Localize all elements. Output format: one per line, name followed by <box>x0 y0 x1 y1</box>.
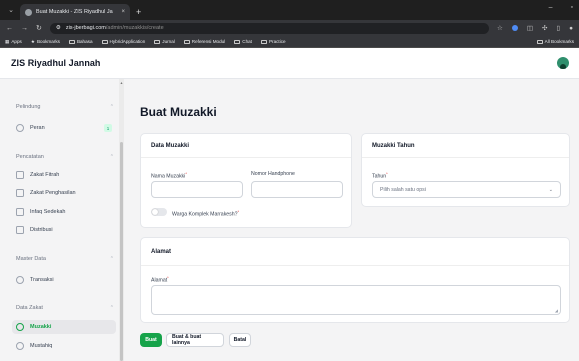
alamat-card: Alamat Alamat* ◢ <box>140 237 570 323</box>
browser-tab[interactable]: Buat Muzakki - ZIS Riyadhul Ja × <box>20 4 130 20</box>
user-avatar[interactable] <box>557 57 569 69</box>
nomor-handphone-input[interactable] <box>251 181 343 198</box>
bookmark-star-icon[interactable]: ☆ <box>497 24 503 32</box>
nama-muzakki-input[interactable] <box>151 181 243 198</box>
cancel-button[interactable]: Batal <box>229 333 251 347</box>
muzakki-tahun-card: Muzakki Tahun Tahun* Pilih salah satu op… <box>361 133 570 207</box>
bookmark-hybrid[interactable]: HybridApplication <box>101 39 145 44</box>
folder-icon <box>260 39 267 44</box>
bookmark-practice[interactable]: Practice <box>260 39 286 44</box>
browser-tab-bar: ⌄ Buat Muzakki - ZIS Riyadhul Ja × + – ▫ <box>0 0 579 20</box>
bookmark-referensi[interactable]: Referensi Modul <box>183 39 225 44</box>
list-icon <box>16 189 24 197</box>
sidebar-scroll-thumb[interactable] <box>120 142 123 361</box>
address-bar[interactable]: ⚙ zis-jberbagi.com/admin/muzakkis/create <box>49 22 490 34</box>
folder-icon <box>68 39 75 44</box>
profile-sync-icon[interactable]: ◫ <box>527 24 533 32</box>
sidebar-item-zakat-penghasilan[interactable]: Zakat Penghasilan <box>12 186 116 200</box>
folder-icon <box>536 39 543 44</box>
folder-icon <box>183 39 190 44</box>
tab-search-icon[interactable]: ⌄ <box>4 3 18 17</box>
users-icon <box>16 342 24 350</box>
list-icon <box>16 208 24 216</box>
sidebar-group-master-data[interactable]: Master Data ⌃ <box>16 256 114 262</box>
sidebar-item-transaksi[interactable]: Transaksi <box>12 273 116 287</box>
reload-icon[interactable]: ↻ <box>36 24 42 32</box>
tahun-select[interactable]: Pilih salah satu opsi ⌄ <box>372 181 561 198</box>
sidebar-item-peran[interactable]: Peran 1 <box>12 121 116 135</box>
card-heading: Data Muzakki <box>141 134 351 158</box>
tab-close-icon[interactable]: × <box>121 9 125 15</box>
sidebar-item-mustahiq[interactable]: Mustahiq <box>12 339 116 353</box>
chevron-up-icon: ⌃ <box>109 305 114 311</box>
sidepanel-icon[interactable]: ▯ <box>556 24 560 32</box>
url-path: /admin/muzakkis/create <box>105 25 164 31</box>
extension-icon[interactable] <box>511 25 518 31</box>
toolbar-icons: ☆ ◫ ✣ ▯ ● <box>497 24 573 33</box>
sidebar-item-zakat-fitrah[interactable]: Zakat Fitrah <box>12 168 116 182</box>
create-another-button[interactable]: Buat & buat lainnya <box>166 333 224 347</box>
bookmark-chat[interactable]: Chat <box>234 39 252 44</box>
resize-handle-icon[interactable]: ◢ <box>555 308 558 313</box>
bookmark-jurnal[interactable]: Jurnal <box>154 39 175 44</box>
nomor-handphone-label: Nomor Handphone <box>251 171 295 177</box>
card-heading: Muzakki Tahun <box>362 134 569 158</box>
maximize-icon[interactable]: ▫ <box>571 4 573 11</box>
sidebar-item-muzakki[interactable]: Muzakki <box>12 320 116 334</box>
page-title: Buat Muzakki <box>140 105 217 119</box>
folder-icon <box>154 39 161 44</box>
users-icon <box>16 323 24 331</box>
brand-title[interactable]: ZIS Riyadhul Jannah <box>11 58 100 68</box>
url-host: zis-jberbagi.com <box>65 25 106 31</box>
tab-title: Buat Muzakki - ZIS Riyadhul Ja <box>36 9 113 15</box>
folder-icon <box>234 39 241 44</box>
bookmark-bahasa[interactable]: Bahasa <box>68 39 93 44</box>
sidebar-group-pencatatan[interactable]: Pencatatan ⌃ <box>16 154 114 160</box>
create-button[interactable]: Buat <box>140 333 162 347</box>
bookmarks-bar: ▦ Apps ★ Bookmarks Bahasa HybridApplicat… <box>0 36 579 48</box>
forward-icon[interactable]: → <box>21 25 28 32</box>
count-badge: 1 <box>104 124 112 132</box>
sidebar-item-infaq-sedekah[interactable]: Infaq Sedekah <box>12 205 116 219</box>
site-info-icon[interactable]: ⚙ <box>56 25 61 31</box>
account-icon[interactable]: ● <box>569 25 573 32</box>
alamat-label: Alamat* <box>151 275 169 284</box>
bookmark-bookmarks[interactable]: ★ Bookmarks <box>31 39 60 45</box>
chevron-down-icon: ⌄ <box>548 186 553 193</box>
sidebar-item-distribusi[interactable]: Distribusi <box>12 223 116 237</box>
scroll-up-icon[interactable]: ▲ <box>119 81 124 85</box>
back-icon[interactable]: ← <box>6 25 13 32</box>
app-header: ZIS Riyadhul Jannah <box>0 48 579 79</box>
all-bookmarks[interactable]: All Bookmarks <box>536 39 574 44</box>
warga-komplek-label: Warga Komplek Marrakesh?* <box>172 209 240 218</box>
folder-icon <box>101 39 108 44</box>
chevron-up-icon: ⌃ <box>109 154 114 160</box>
browser-toolbar: ← → ↻ ⚙ zis-jberbagi.com/admin/muzakkis/… <box>0 20 579 36</box>
data-muzakki-card: Data Muzakki Nama Muzakki* Nomor Handpho… <box>140 133 352 228</box>
sidebar-group-data-zakat[interactable]: Data Zakat ⌃ <box>16 305 114 311</box>
warga-komplek-toggle[interactable] <box>151 208 167 216</box>
list-icon <box>16 171 24 179</box>
card-heading: Alamat <box>141 238 569 266</box>
chevron-up-icon: ⌃ <box>109 104 114 110</box>
database-icon <box>16 276 24 284</box>
sidebar-group-pelindung[interactable]: Pelindung ⌃ <box>16 104 114 110</box>
extensions-icon[interactable]: ✣ <box>542 24 547 32</box>
shield-icon <box>16 124 24 132</box>
nama-muzakki-label: Nama Muzakki* <box>151 171 187 180</box>
new-tab-button[interactable]: + <box>136 7 141 17</box>
alamat-textarea[interactable]: ◢ <box>151 285 561 315</box>
favicon-icon <box>25 8 32 16</box>
document-icon <box>16 226 24 234</box>
chevron-up-icon: ⌃ <box>109 256 114 262</box>
bookmark-apps[interactable]: ▦ Apps <box>5 39 22 45</box>
window-controls: – ▫ <box>549 4 573 11</box>
tahun-label: Tahun* <box>372 171 388 180</box>
minimize-icon[interactable]: – <box>549 4 553 11</box>
